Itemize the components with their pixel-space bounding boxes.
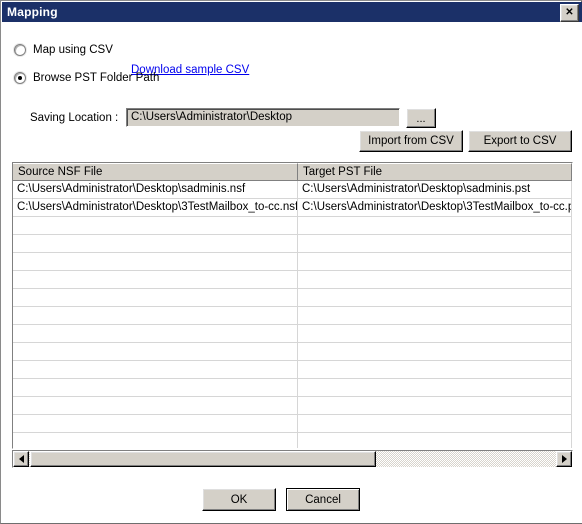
grid-cell[interactable] <box>298 397 572 414</box>
grid-cell[interactable] <box>298 361 572 378</box>
grid-cell[interactable] <box>298 379 572 396</box>
grid-cell[interactable] <box>298 343 572 360</box>
radio-browse-pst-folder-path[interactable] <box>14 72 26 84</box>
grid-cell[interactable] <box>298 253 572 270</box>
grid-horizontal-scrollbar[interactable] <box>12 450 573 468</box>
grid-cell[interactable] <box>13 289 298 306</box>
ok-button[interactable]: OK <box>202 488 276 511</box>
grid-cell[interactable] <box>298 289 572 306</box>
scroll-right-arrow-icon[interactable] <box>556 451 572 467</box>
table-row[interactable]: C:\Users\Administrator\Desktop\sadminis.… <box>13 181 572 199</box>
grid-cell[interactable] <box>298 217 572 234</box>
table-row-empty[interactable] <box>13 343 572 361</box>
dialog-client-area: Map using CSV Download sample CSV Browse… <box>2 22 582 523</box>
radio-row-browse-pst-folder-path[interactable]: Browse PST Folder Path <box>14 72 159 84</box>
export-to-csv-button[interactable]: Export to CSV <box>468 130 572 152</box>
grid-cell[interactable] <box>13 217 298 234</box>
table-row-empty[interactable] <box>13 271 572 289</box>
grid-cell[interactable] <box>298 415 572 432</box>
grid-cell[interactable] <box>13 307 298 324</box>
grid-cell[interactable] <box>298 433 572 448</box>
close-icon[interactable]: ✕ <box>560 4 579 22</box>
table-row-empty[interactable] <box>13 307 572 325</box>
table-row-empty[interactable] <box>13 325 572 343</box>
table-row-empty[interactable] <box>13 379 572 397</box>
grid-cell[interactable] <box>13 325 298 342</box>
table-row-empty[interactable] <box>13 235 572 253</box>
grid-cell[interactable] <box>13 433 298 448</box>
grid-cell[interactable] <box>13 397 298 414</box>
grid-cell[interactable]: C:\Users\Administrator\Desktop\3TestMail… <box>298 199 572 216</box>
table-row-empty[interactable] <box>13 361 572 379</box>
grid-cell[interactable] <box>13 379 298 396</box>
grid-cell[interactable] <box>298 325 572 342</box>
saving-location-input[interactable]: C:\Users\Administrator\Desktop <box>126 108 400 127</box>
scrollbar-thumb[interactable] <box>30 451 376 467</box>
cancel-button[interactable]: Cancel <box>286 488 360 511</box>
import-from-csv-button[interactable]: Import from CSV <box>359 130 463 152</box>
table-row-empty[interactable] <box>13 433 572 448</box>
table-row-empty[interactable] <box>13 253 572 271</box>
window-title: Mapping <box>7 5 58 19</box>
grid-cell[interactable] <box>13 361 298 378</box>
mapping-grid[interactable]: Source NSF File Target PST File C:\Users\… <box>12 162 573 449</box>
grid-cell[interactable] <box>298 271 572 288</box>
grid-column-header[interactable]: Source NSF File <box>13 163 298 180</box>
grid-cell[interactable]: C:\Users\Administrator\Desktop\sadminis.… <box>298 181 572 198</box>
grid-cell[interactable]: C:\Users\Administrator\Desktop\sadminis.… <box>13 181 298 198</box>
table-row-empty[interactable] <box>13 217 572 235</box>
browse-folder-button[interactable]: ... <box>406 108 436 128</box>
table-row-empty[interactable] <box>13 397 572 415</box>
grid-cell[interactable] <box>13 253 298 270</box>
grid-cell[interactable] <box>298 307 572 324</box>
grid-body: C:\Users\Administrator\Desktop\sadminis.… <box>13 181 572 448</box>
grid-cell[interactable] <box>13 415 298 432</box>
grid-cell[interactable] <box>13 271 298 288</box>
grid-cell[interactable]: C:\Users\Administrator\Desktop\3TestMail… <box>13 199 298 216</box>
title-bar: Mapping ✕ <box>2 2 582 22</box>
grid-cell[interactable] <box>13 235 298 252</box>
radio-label-map-using-csv: Map using CSV <box>33 44 113 56</box>
grid-cell[interactable] <box>13 343 298 360</box>
radio-map-using-csv[interactable] <box>14 44 26 56</box>
scroll-left-arrow-icon[interactable] <box>13 451 29 467</box>
grid-header-row: Source NSF File Target PST File <box>13 163 572 181</box>
saving-location-label: Saving Location : <box>30 112 119 124</box>
table-row-empty[interactable] <box>13 415 572 433</box>
table-row[interactable]: C:\Users\Administrator\Desktop\3TestMail… <box>13 199 572 217</box>
grid-column-header[interactable]: Target PST File <box>298 163 572 180</box>
scrollbar-track[interactable] <box>29 451 556 467</box>
mapping-dialog: Mapping ✕ Map using CSV Download sample … <box>0 0 582 524</box>
radio-row-map-using-csv[interactable]: Map using CSV <box>14 44 113 56</box>
table-row-empty[interactable] <box>13 289 572 307</box>
radio-label-browse-pst-folder-path: Browse PST Folder Path <box>33 72 160 84</box>
grid-cell[interactable] <box>298 235 572 252</box>
